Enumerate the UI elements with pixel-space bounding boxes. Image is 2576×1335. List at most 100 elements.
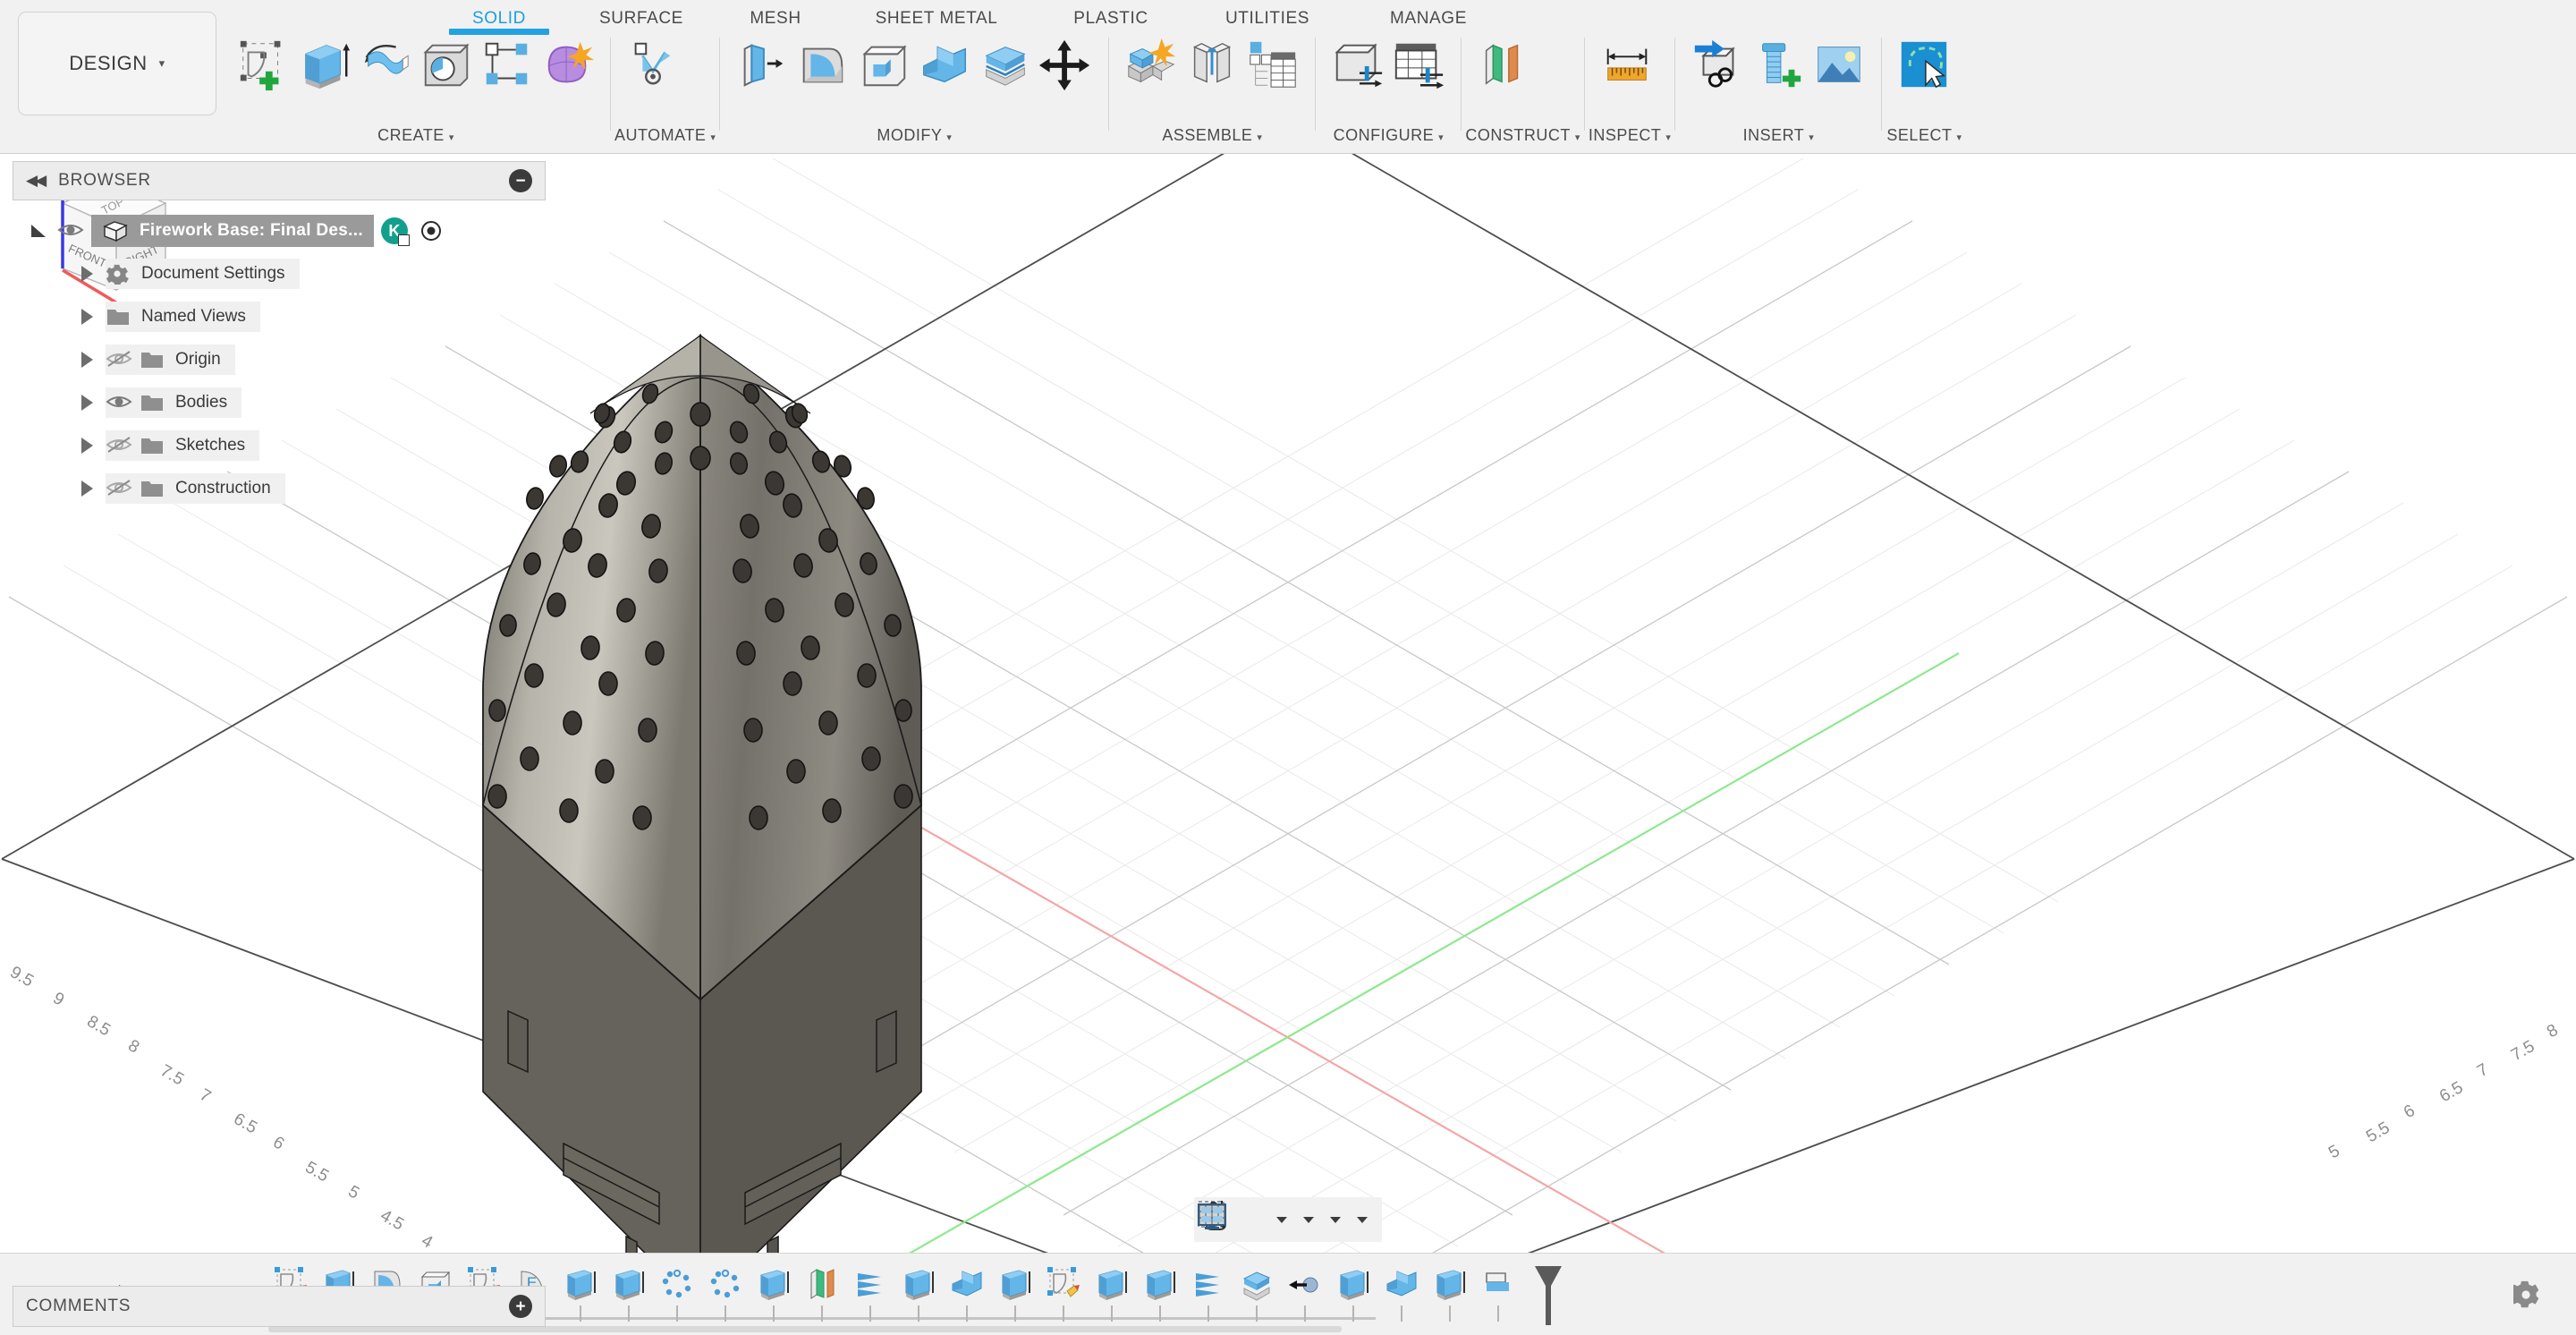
row-chip[interactable]: Document Settings [106, 259, 300, 289]
timeline-item[interactable] [894, 1263, 943, 1327]
press-pull-icon[interactable] [734, 36, 790, 93]
tree-row-origin[interactable]: Origin [13, 338, 546, 381]
extrude-icon[interactable] [1430, 1264, 1470, 1304]
timeline-item[interactable] [846, 1263, 894, 1327]
timeline-item[interactable] [798, 1263, 846, 1327]
expand-arrow[interactable] [75, 434, 98, 457]
timeline-item[interactable] [750, 1263, 798, 1327]
nav-zoom[interactable] [1255, 1200, 1266, 1239]
tab-sheet-metal[interactable]: SHEET METAL [843, 9, 1030, 29]
tree-row-document-settings[interactable]: Document Settings [13, 252, 546, 295]
extrude-icon[interactable] [899, 1264, 938, 1304]
create-sketch-icon[interactable] [236, 36, 292, 93]
extrude-icon[interactable] [609, 1264, 648, 1304]
visibility-eye-icon[interactable] [106, 392, 132, 413]
timeline-item[interactable] [1136, 1263, 1184, 1327]
timeline-item[interactable] [1281, 1263, 1329, 1327]
chevron-down-icon[interactable] [1276, 1217, 1287, 1223]
nav-pan[interactable] [1242, 1200, 1253, 1239]
panel-automate-label[interactable]: AUTOMATE▾ [614, 126, 716, 150]
panel-insert-label[interactable]: INSERT▾ [1679, 126, 1877, 150]
tab-solid[interactable]: SOLID [454, 9, 544, 29]
automate-icon[interactable] [625, 36, 681, 93]
tab-utilities[interactable]: UTILITIES [1196, 9, 1339, 29]
extrude-icon[interactable] [1092, 1264, 1131, 1304]
timeline-scrollbar[interactable] [268, 1326, 1342, 1332]
viewports-icon[interactable] [1194, 1197, 1230, 1233]
row-chip[interactable]: Origin [106, 344, 235, 375]
tree-row-construction[interactable]: Construction [13, 467, 546, 510]
expand-arrow-root[interactable] [27, 219, 50, 242]
timeline-item[interactable] [1329, 1263, 1377, 1327]
collapse-panel-icon[interactable]: ◀◀ [26, 172, 44, 190]
pattern-icon[interactable] [706, 1264, 745, 1304]
panel-configure-label[interactable]: CONFIGURE▾ [1319, 126, 1457, 150]
firework-base-model[interactable] [483, 336, 921, 1253]
expand-arrow[interactable] [75, 391, 98, 414]
plane-icon[interactable] [802, 1264, 842, 1304]
timeline-item[interactable] [1474, 1263, 1522, 1327]
visibility-eye-off-icon[interactable] [106, 478, 132, 499]
comments-panel[interactable]: COMMENTS + [13, 1286, 546, 1327]
panel-inspect-label[interactable]: INSPECT▾ [1589, 126, 1672, 150]
thread-icon[interactable] [1479, 1264, 1518, 1304]
add-comment-button[interactable]: + [509, 1295, 532, 1318]
new-component-icon[interactable] [1123, 36, 1179, 93]
joint-icon[interactable] [1184, 36, 1240, 93]
form-icon[interactable] [540, 36, 596, 93]
timeline-item[interactable] [1039, 1263, 1088, 1327]
pattern-icon[interactable] [479, 36, 535, 93]
timeline-item[interactable] [1426, 1263, 1474, 1327]
nav-zoom-window[interactable] [1267, 1200, 1292, 1239]
row-chip[interactable]: Bodies [106, 387, 242, 418]
measure-icon[interactable] [1599, 36, 1655, 93]
nav-viewports[interactable] [1348, 1200, 1373, 1239]
row-chip[interactable]: Sketches [106, 430, 259, 461]
workspace-switcher-button[interactable]: DESIGN ▾ [18, 12, 216, 115]
timeline-item[interactable] [1233, 1263, 1281, 1327]
expand-arrow[interactable] [75, 477, 98, 500]
expand-arrow[interactable] [75, 262, 98, 285]
timeline-item[interactable] [701, 1263, 750, 1327]
timeline-item[interactable] [1184, 1263, 1233, 1327]
visibility-eye-off-icon[interactable] [106, 435, 132, 456]
insert-canvas-icon[interactable] [1811, 36, 1867, 93]
nav-display-settings[interactable] [1294, 1200, 1319, 1239]
timeline-playhead[interactable] [1528, 1263, 1569, 1327]
move-copy-icon[interactable] [1038, 36, 1094, 93]
row-chip[interactable]: Construction [106, 473, 285, 504]
revolve-icon[interactable] [358, 36, 413, 93]
tab-plastic[interactable]: PLASTIC [1048, 9, 1174, 29]
shell-icon[interactable] [856, 36, 911, 93]
visibility-eye-off-icon[interactable] [106, 349, 132, 370]
bom-icon[interactable] [1245, 36, 1301, 93]
tree-row-named-views[interactable]: Named Views [13, 295, 546, 338]
configure-table-icon[interactable] [1391, 36, 1446, 93]
timeline-item[interactable] [1377, 1263, 1426, 1327]
tab-manage[interactable]: MANAGE [1357, 9, 1500, 29]
mirror-icon[interactable] [1189, 1264, 1228, 1304]
timeline-item[interactable] [653, 1263, 701, 1327]
timeline-item[interactable] [556, 1263, 605, 1327]
combine-icon[interactable] [1382, 1264, 1421, 1304]
tree-row-bodies[interactable]: Bodies [13, 381, 546, 424]
select-lasso-icon[interactable] [1896, 36, 1952, 93]
sketch-icon[interactable] [1044, 1264, 1083, 1304]
offset-face-icon[interactable] [1237, 1264, 1276, 1304]
extrude-icon[interactable] [754, 1264, 793, 1304]
expand-arrow[interactable] [75, 305, 98, 328]
panel-assemble-label[interactable]: ASSEMBLE▾ [1113, 126, 1311, 150]
tree-row-sketches[interactable]: Sketches [13, 424, 546, 467]
tab-mesh[interactable]: MESH [726, 9, 825, 29]
activate-component-icon[interactable] [419, 218, 444, 243]
mirror-icon[interactable] [851, 1264, 890, 1304]
visibility-eye-icon[interactable] [57, 220, 84, 242]
chevron-down-icon[interactable] [1357, 1217, 1368, 1223]
timeline-item[interactable] [1088, 1263, 1136, 1327]
tree-row-root[interactable]: Firework Base: Final Des... K [13, 209, 546, 252]
nav-grid-snaps[interactable] [1321, 1200, 1346, 1239]
configure-part-icon[interactable] [1330, 36, 1385, 93]
insert-derive-icon[interactable] [1690, 36, 1745, 93]
browser-minimize-button[interactable]: − [509, 169, 532, 192]
row-chip[interactable]: Named Views [106, 302, 260, 332]
